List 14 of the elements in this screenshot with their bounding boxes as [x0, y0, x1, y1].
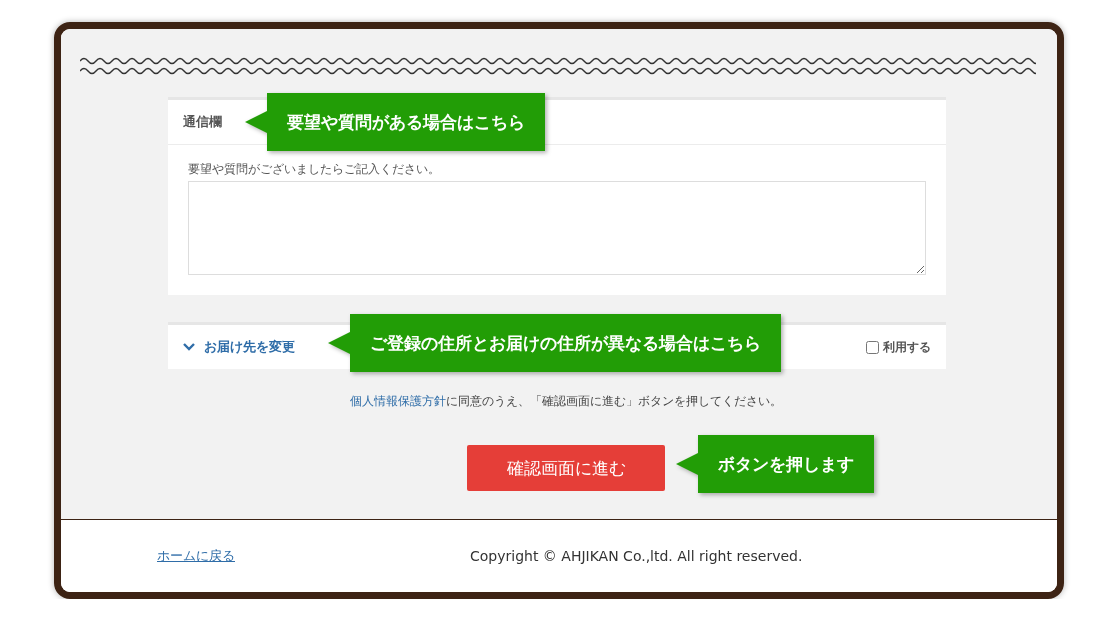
copyright-text: Copyright © AHJIKAN Co.,ltd. All right reserved. [470, 548, 803, 564]
field-label: 要望や質問がございましたらご記入ください。 [188, 161, 441, 178]
checkbox[interactable] [866, 340, 879, 354]
checkbox-label: 利用する [883, 338, 931, 356]
privacy-policy-link[interactable]: 個人情報保護方針 [350, 394, 446, 408]
callout: ご登録の住所とお届けの住所が異なる場合はこちら [328, 314, 781, 372]
callout: ボタンを押します [676, 435, 874, 493]
home-link[interactable]: ホームに戻る [157, 547, 235, 565]
chevron-icon [183, 343, 195, 351]
panel-title: 通信欄 [183, 113, 222, 131]
callout: 要望や質問がある場合はこちら [245, 93, 545, 151]
expand-toggle[interactable]: お届け先を変更 [183, 338, 295, 356]
submit-button[interactable]: 確認画面に進む [467, 445, 665, 491]
consent-text: 個人情報保護方針に同意のうえ、「確認画面に進む」ボタンを押してください。 [349, 393, 783, 410]
